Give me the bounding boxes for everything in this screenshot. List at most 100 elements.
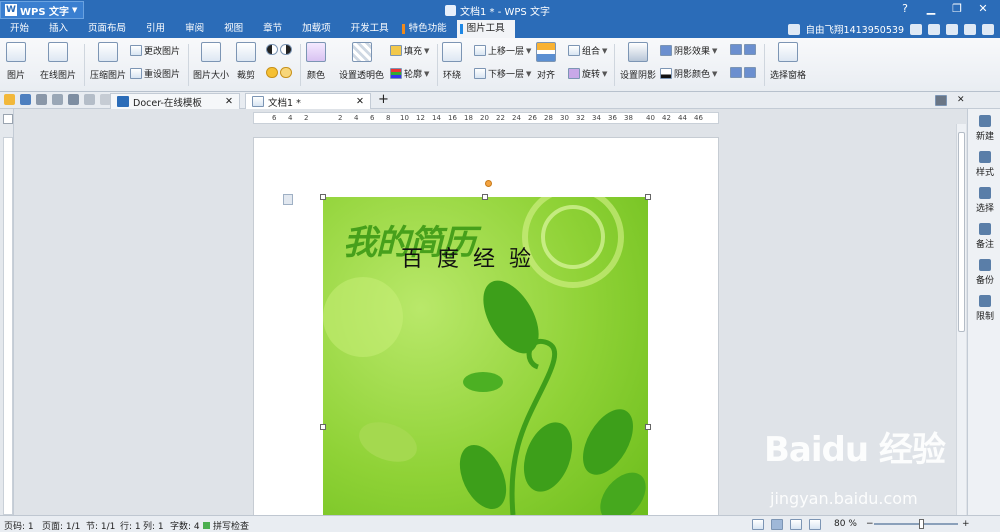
nudge-right-icon[interactable] [744,67,756,78]
selected-picture[interactable]: 我的简历 百度经验 [323,197,648,515]
zoom-out-icon[interactable]: − [866,519,874,529]
crop-button[interactable]: 裁剪 [236,42,256,81]
set-transparent-button[interactable]: 设置透明色 [339,42,384,81]
compress-button[interactable]: 压缩图片 [90,42,126,81]
color-button[interactable]: 颜色 [306,42,326,81]
shadow-color-button[interactable]: 阴影颜色 ▼ [660,67,717,80]
tab-insert[interactable]: 插入 [39,20,78,38]
increase-brightness-icon[interactable] [266,67,278,78]
rotate-handle[interactable] [485,180,492,187]
shadow-effect-button[interactable]: 阴影效果 ▼ [660,44,717,57]
selection-pane-button[interactable]: 选择窗格 [770,42,806,81]
tab-references[interactable]: 引用 [136,20,175,38]
online-picture-button[interactable]: 在线图片 [40,42,76,81]
tab-page-layout[interactable]: 页面布局 [78,20,136,38]
minimize-button[interactable]: ▁ [918,2,944,15]
ruler-toggle-icon[interactable] [3,114,13,124]
rotate-button[interactable]: 旋转 ▼ [568,67,607,80]
zoom-level[interactable]: 80 % [834,519,857,529]
tab-view[interactable]: 视图 [214,20,253,38]
help-button[interactable]: ? [892,2,918,15]
print-preview-icon[interactable] [52,94,63,105]
reset-picture-button[interactable]: 重设图片 [130,67,180,80]
close-tab-icon[interactable]: ✕ [356,96,364,107]
decrease-brightness-icon[interactable] [280,67,292,78]
wrap-button[interactable]: 环绕 [442,42,462,81]
send-backward-button[interactable]: 下移一层 ▼ [474,67,531,80]
spell-check-toggle[interactable]: 拼写检查 [203,519,249,532]
zoom-slider-knob[interactable] [919,519,925,529]
group-button[interactable]: 组合 ▼ [568,44,607,57]
close-doc-icon[interactable]: ✕ [957,95,965,106]
tab-document-1[interactable]: 文档1 * ✕ [245,93,371,109]
resize-handle[interactable] [482,194,488,200]
side-style-button[interactable]: 样式 [970,151,1000,178]
restore-doc-icon[interactable] [935,95,947,106]
help-icon[interactable] [964,23,976,35]
side-new-button[interactable]: 新建 [970,115,1000,142]
new-tab-icon[interactable]: + [378,92,389,107]
nudge-left-icon[interactable] [730,67,742,78]
rotate-label: 旋转 [582,70,601,80]
new-icon [979,115,991,127]
maximize-button[interactable]: ❐ [944,2,970,15]
side-backup-button[interactable]: 备份 [970,259,1000,286]
resize-handle[interactable] [320,424,326,430]
chevron-down-icon[interactable] [982,23,994,35]
picture-size-button[interactable]: 图片大小 [193,42,229,81]
print-icon[interactable] [36,94,47,105]
zoom-slider[interactable] [874,519,958,529]
decrease-contrast-icon[interactable] [280,44,292,55]
bring-forward-button[interactable]: 上移一层 ▼ [474,44,531,57]
change-picture-icon [130,45,142,56]
tab-picture-tools[interactable]: 图片工具 [456,20,515,38]
view-read-icon[interactable] [809,519,821,530]
shadow-effect-icon [660,45,672,56]
nudge-down-icon[interactable] [744,44,756,55]
status-bar: 页码: 1 页面: 1/1 节: 1/1 行: 1 列: 1 字数: 4 拼写检… [0,515,1000,532]
close-button[interactable]: ✕ [970,2,996,15]
side-note-button[interactable]: 备注 [970,223,1000,250]
view-web-icon[interactable] [771,519,783,530]
picture-button[interactable]: 图片 [6,42,26,81]
fill-button[interactable]: 填充 ▼ [390,44,429,57]
change-picture-button[interactable]: 更改图片 [130,44,180,57]
close-tab-icon[interactable]: ✕ [225,96,233,107]
tab-chapter[interactable]: 章节 [253,20,292,38]
tab-special[interactable]: 特色功能 [399,20,457,38]
app-menu-button[interactable]: W WPS 文字 ▼ [0,1,84,19]
quick-access-bar: Docer-在线模板 ✕ 文档1 * ✕ + ✕ [0,92,1000,109]
resize-handle[interactable] [645,424,651,430]
tab-start[interactable]: 开始 [0,20,39,38]
redo-icon[interactable] [84,94,95,105]
resize-handle[interactable] [320,194,326,200]
view-page-icon[interactable] [752,519,764,530]
vertical-scrollbar[interactable] [956,124,966,515]
undo-icon[interactable] [68,94,79,105]
view-outline-icon[interactable] [790,519,802,530]
set-shadow-button[interactable]: 设置阴影 [620,42,656,81]
settings-icon[interactable] [946,23,958,35]
tab-review[interactable]: 审阅 [175,20,214,38]
align-button[interactable]: 对齐 [536,42,556,81]
chevron-down-icon: ▼ [712,69,718,78]
side-select-button[interactable]: 选择 [970,187,1000,214]
side-restrict-button[interactable]: 限制 [970,295,1000,322]
skin-icon[interactable] [928,23,940,35]
save-icon[interactable] [20,94,31,105]
zoom-in-icon[interactable]: + [962,519,970,529]
user-avatar-icon [787,23,800,35]
scrollbar-thumb[interactable] [958,132,965,332]
paste-options-icon[interactable] [283,194,293,205]
increase-contrast-icon[interactable] [266,44,278,55]
nudge-up-icon[interactable] [730,44,742,55]
outline-button[interactable]: 轮廓 ▼ [390,67,429,80]
tab-docer-template[interactable]: Docer-在线模板 ✕ [110,93,240,109]
resize-handle[interactable] [645,194,651,200]
open-icon[interactable] [4,94,15,105]
tab-addins[interactable]: 加载项 [292,20,341,38]
nudge-buttons-bottom [730,67,756,78]
mail-icon[interactable] [910,23,922,35]
tab-developer[interactable]: 开发工具 [341,20,399,38]
user-name[interactable]: 自由飞翔1413950539 [806,22,904,36]
